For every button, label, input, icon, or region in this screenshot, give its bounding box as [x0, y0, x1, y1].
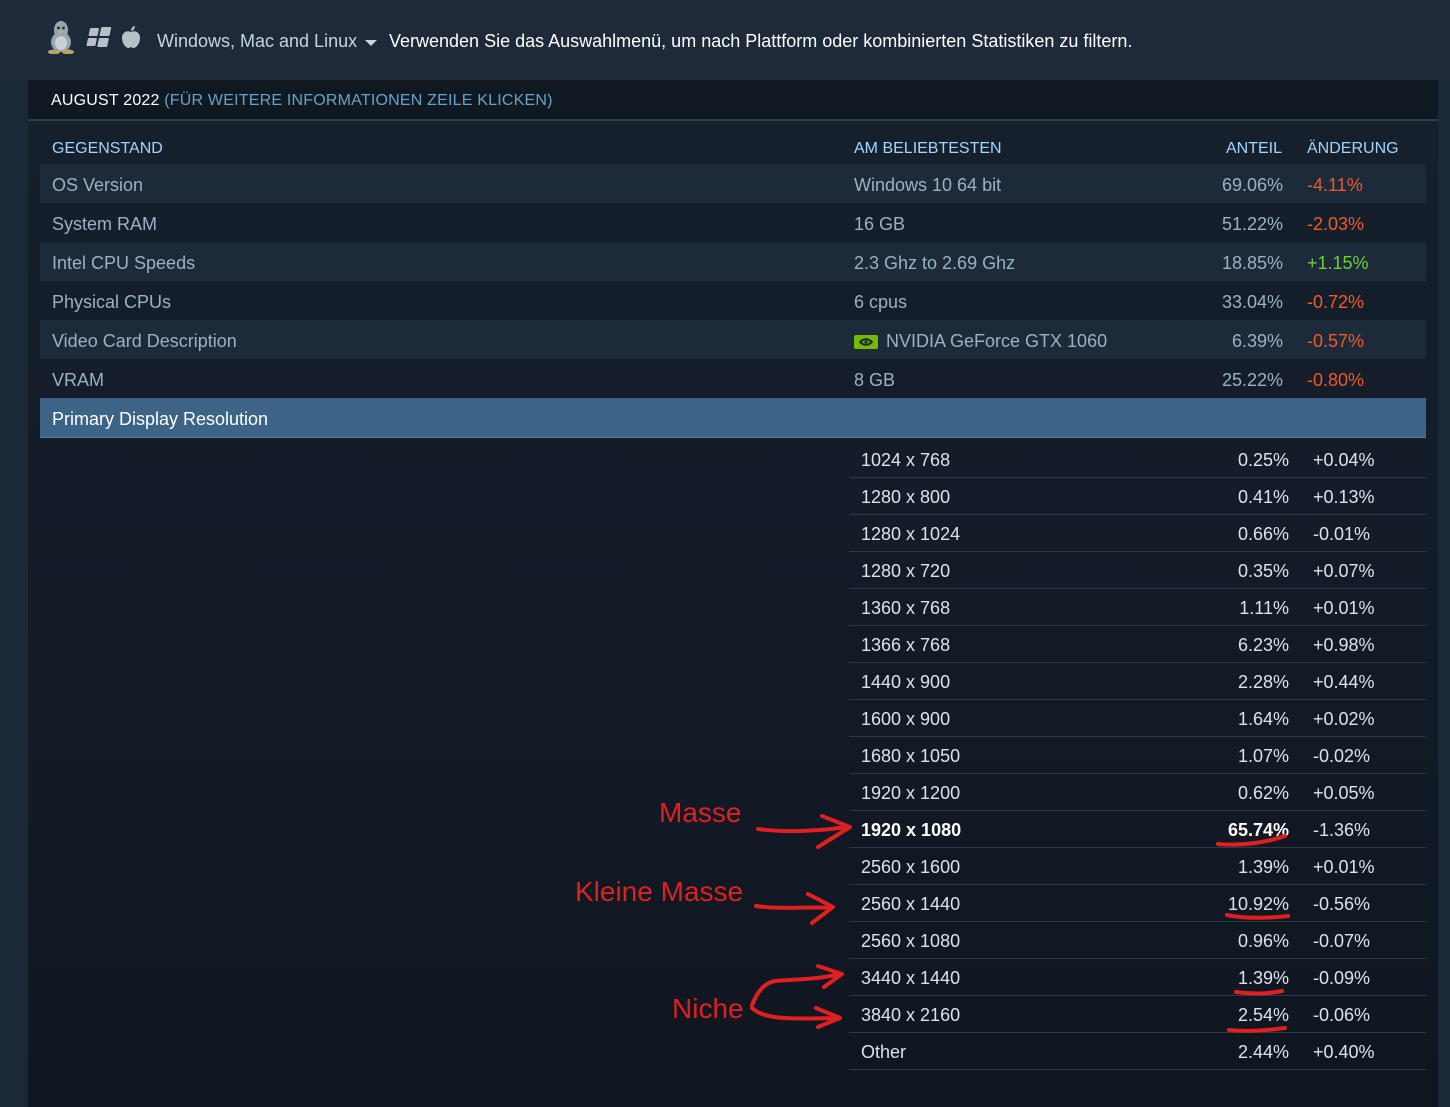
underline-1-39 — [1234, 989, 1284, 996]
arrow-niche — [750, 964, 844, 1029]
underline-65-74 — [1216, 834, 1287, 847]
arrow-kleine-masse — [754, 892, 835, 925]
underline-2-54 — [1227, 1026, 1287, 1033]
annotation-marks — [750, 814, 1290, 1033]
arrow-masse — [756, 814, 852, 849]
underline-10-92 — [1225, 913, 1290, 920]
